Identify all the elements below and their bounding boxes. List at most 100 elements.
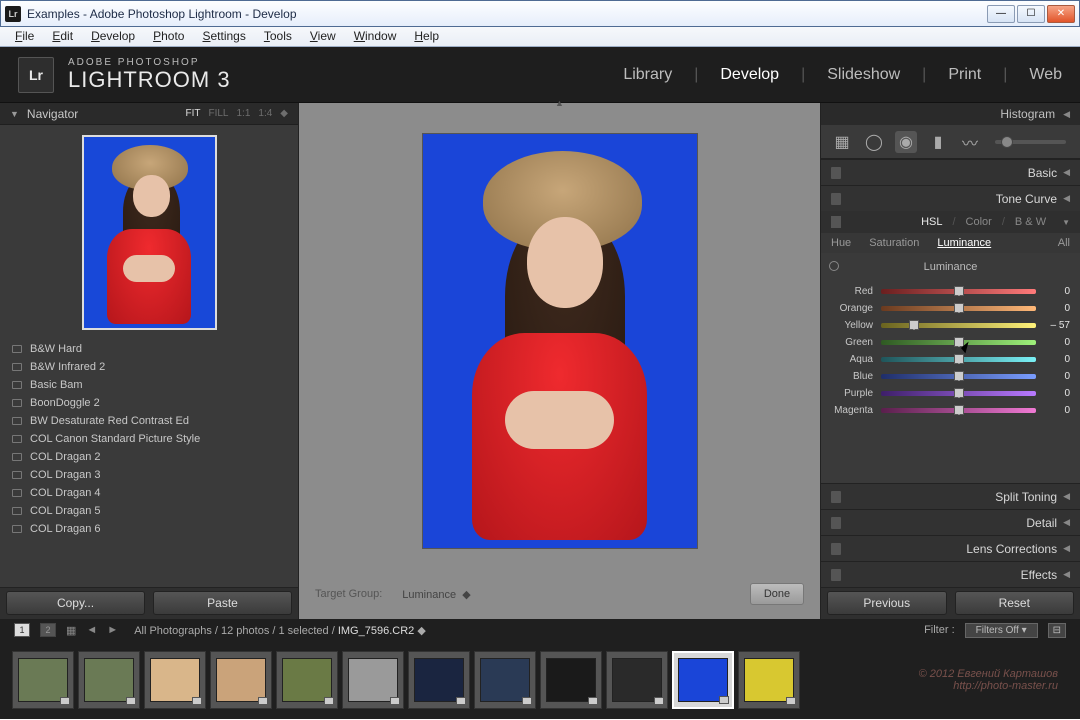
source-path[interactable]: All Photographs / 12 photos / 1 selected… [134,624,426,637]
module-web[interactable]: Web [1029,66,1062,84]
target-group-select[interactable]: Luminance ◆ [390,586,482,603]
preset-item[interactable]: COL Dragan 4 [0,484,298,502]
hsl-tab-color[interactable]: Color [966,216,992,228]
menu-help[interactable]: Help [405,27,448,46]
navigator-preview[interactable] [0,125,298,340]
tonecurve-section-header[interactable]: Tone Curve◀ [821,185,1080,211]
previous-button[interactable]: Previous [827,591,947,615]
slider-track[interactable] [881,289,1036,294]
preset-item[interactable]: BoonDoggle 2 [0,394,298,412]
menu-photo[interactable]: Photo [144,27,193,46]
menu-tools[interactable]: Tools [255,27,301,46]
filmstrip-thumb[interactable] [78,651,140,709]
grid-view-icon[interactable]: ▦ [66,624,76,637]
forward-arrow-icon[interactable]: ► [107,624,118,636]
panel-switch-icon[interactable] [831,216,841,228]
zoom-1-1[interactable]: 1:1 [236,108,250,119]
secondary-display-button[interactable]: 2 [40,623,56,637]
filmstrip-thumb[interactable] [408,651,470,709]
panel-switch-icon[interactable] [831,193,841,205]
maximize-button[interactable]: ☐ [1017,5,1045,23]
panel-collapse-icon[interactable]: ▲ [555,98,564,108]
module-print[interactable]: Print [948,66,981,84]
module-develop[interactable]: Develop [720,66,779,84]
redeye-tool-icon[interactable]: ◉ [895,131,917,153]
preset-item[interactable]: COL Canon Standard Picture Style [0,430,298,448]
slider-thumb[interactable] [954,388,964,398]
hsl-tab-hsl[interactable]: HSL [921,216,942,228]
section-detail[interactable]: Detail◀ [821,509,1080,535]
panel-switch-icon[interactable] [831,517,841,529]
filmstrip-thumb[interactable] [540,651,602,709]
slider-track[interactable] [881,374,1036,379]
filmstrip-thumb[interactable] [276,651,338,709]
zoom-fill[interactable]: FILL [208,108,228,119]
slider-orange[interactable]: Orange0 [831,300,1070,317]
filmstrip-thumb[interactable] [672,651,734,709]
menu-window[interactable]: Window [345,27,406,46]
hsl-tab-bw[interactable]: B & W [1015,216,1046,228]
preset-item[interactable]: Basic Bam [0,376,298,394]
basic-section-header[interactable]: Basic◀ [821,159,1080,185]
menu-view[interactable]: View [301,27,345,46]
graduated-filter-icon[interactable]: ▮ [927,131,949,153]
panel-switch-icon[interactable] [831,569,841,581]
slider-track[interactable] [881,340,1036,345]
slider-track[interactable] [881,306,1036,311]
copy-button[interactable]: Copy... [6,591,145,615]
slider-green[interactable]: Green0 [831,334,1070,351]
minimize-button[interactable]: — [987,5,1015,23]
histogram-header[interactable]: Histogram ◀ [821,103,1080,125]
slider-thumb[interactable] [954,405,964,415]
done-button[interactable]: Done [750,583,804,605]
preset-item[interactable]: COL Dragan 2 [0,448,298,466]
slider-blue[interactable]: Blue0 [831,368,1070,385]
filmstrip-thumb[interactable] [12,651,74,709]
reset-button[interactable]: Reset [955,591,1075,615]
slider-aqua[interactable]: Aqua0 [831,351,1070,368]
preset-item[interactable]: B&W Hard [0,340,298,358]
subtab-all[interactable]: All [1058,237,1070,249]
filter-lock-icon[interactable]: ⊟ [1048,623,1066,638]
slider-red[interactable]: Red0 [831,283,1070,300]
zoom-fit[interactable]: FIT [185,108,200,119]
slider-track[interactable] [881,323,1036,328]
navigator-header[interactable]: ▼ Navigator FITFILL1:11:4◆ [0,103,298,125]
section-split-toning[interactable]: Split Toning◀ [821,483,1080,509]
back-arrow-icon[interactable]: ◄ [86,624,97,636]
section-effects[interactable]: Effects◀ [821,561,1080,587]
crop-tool-icon[interactable]: ▦ [831,131,853,153]
preset-item[interactable]: COL Dragan 5 [0,502,298,520]
module-library[interactable]: Library [623,66,672,84]
panel-switch-icon[interactable] [831,491,841,503]
subtab-luminance[interactable]: Luminance [937,237,991,249]
module-slideshow[interactable]: Slideshow [827,66,900,84]
loupe-view[interactable] [309,113,810,569]
zoom-more-icon[interactable]: ◆ [280,108,288,119]
preset-item[interactable]: COL Dragan 3 [0,466,298,484]
collapse-icon[interactable]: ◀ [1063,109,1070,120]
slider-yellow[interactable]: Yellow– 57 [831,317,1070,334]
menu-edit[interactable]: Edit [43,27,82,46]
filmstrip-thumb[interactable] [210,651,272,709]
disclosure-triangle-icon[interactable]: ▼ [10,109,19,119]
section-lens-corrections[interactable]: Lens Corrections◀ [821,535,1080,561]
slider-thumb[interactable] [954,354,964,364]
menu-develop[interactable]: Develop [82,27,144,46]
primary-display-button[interactable]: 1 [14,623,30,637]
slider-purple[interactable]: Purple0 [831,385,1070,402]
slider-track[interactable] [881,357,1036,362]
filter-select[interactable]: Filters Off ▾ [965,623,1038,638]
subtab-saturation[interactable]: Saturation [869,237,919,249]
preset-item[interactable]: B&W Infrared 2 [0,358,298,376]
subtab-hue[interactable]: Hue [831,237,851,249]
targeted-adjustment-icon[interactable] [829,261,839,271]
slider-thumb[interactable] [954,286,964,296]
disclosure-icon[interactable]: ▼ [1062,218,1070,227]
filmstrip-thumb[interactable] [474,651,536,709]
menu-settings[interactable]: Settings [193,27,254,46]
slider-track[interactable] [881,391,1036,396]
filmstrip-thumb[interactable] [342,651,404,709]
filmstrip-thumb[interactable] [606,651,668,709]
tool-slider[interactable] [995,140,1066,144]
